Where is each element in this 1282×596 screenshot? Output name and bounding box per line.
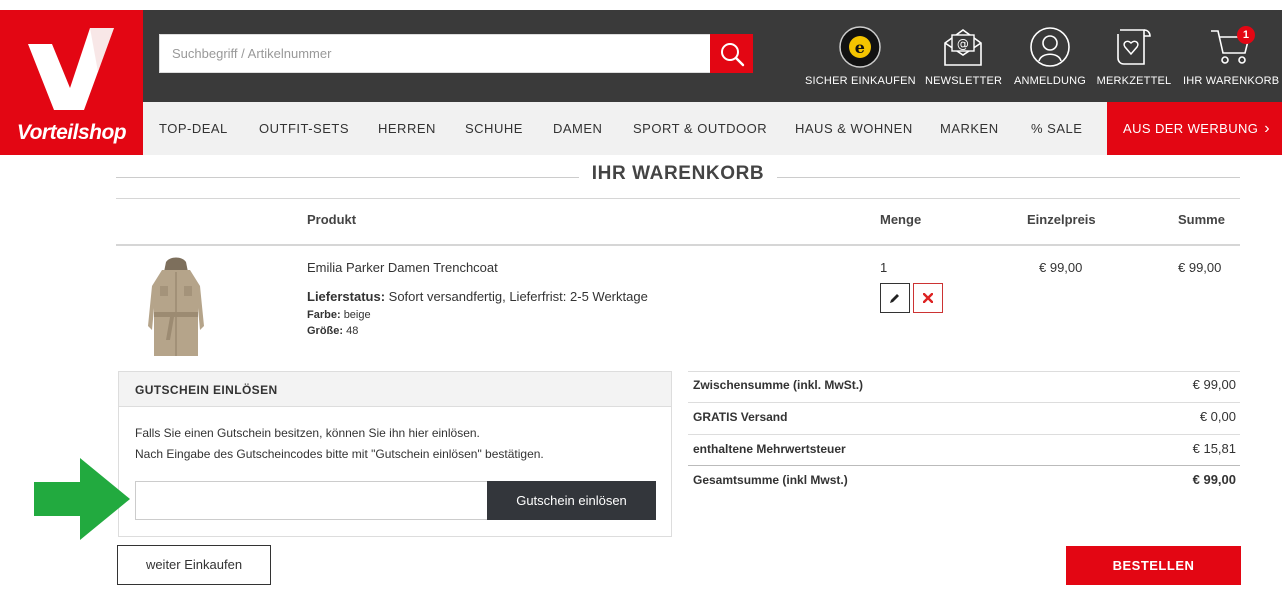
user-icon	[1030, 27, 1070, 67]
shipping-label: GRATIS Versand	[693, 410, 788, 424]
nav-item-top-deal[interactable]: TOP-DEAL	[159, 102, 228, 155]
search-box	[159, 34, 711, 73]
voucher-code-field	[135, 481, 488, 520]
shipping-value: € 0,00	[1199, 409, 1236, 424]
totals-divider	[688, 465, 1240, 466]
totals-divider	[688, 371, 1240, 372]
column-header-unit-price: Einzelpreis	[1027, 212, 1096, 227]
wishlist-label: MERKZETTEL	[1096, 75, 1172, 87]
delivery-status-label: Lieferstatus:	[307, 289, 386, 304]
newsletter-icon: @	[944, 29, 982, 66]
nav-item-outfit-sets[interactable]: OUTFIT-SETS	[259, 102, 349, 155]
cart-label: IHR WARENKORB	[1183, 75, 1280, 87]
vorteilshop-logo[interactable]: Vorteilshop	[0, 10, 143, 155]
subtotal-label: Zwischensumme (inkl. MwSt.)	[693, 378, 864, 392]
remove-item-button[interactable]	[913, 283, 943, 313]
vat-value: € 15,81	[1192, 441, 1236, 456]
cart-link[interactable]: 1 IHR WARENKORB	[1183, 24, 1280, 87]
voucher-heading: GUTSCHEIN EINLÖSEN	[119, 372, 671, 407]
login-link[interactable]: ANMELDUNG	[1012, 24, 1088, 87]
trenchcoat-image	[148, 257, 204, 356]
table-top-border	[116, 198, 1240, 199]
product-color: Farbe: beige	[307, 309, 371, 321]
page-title: IHR WARENKORB	[591, 163, 765, 184]
pencil-icon	[890, 294, 899, 303]
trusted-shops-link[interactable]: e SICHER EINKAUFEN	[805, 24, 916, 87]
column-header-product: Produkt	[307, 212, 357, 227]
voucher-panel: GUTSCHEIN EINLÖSEN Falls Sie einen Gutsc…	[118, 371, 672, 537]
search-icon	[720, 42, 744, 66]
voucher-info-line-1: Falls Sie einen Gutschein besitzen, könn…	[135, 426, 480, 440]
product-color-value: beige	[343, 309, 371, 321]
chevron-right-icon: ›	[1264, 120, 1270, 137]
title-divider-left	[116, 177, 579, 178]
login-label: ANMELDUNG	[1013, 75, 1087, 87]
main-nav: TOP-DEAL OUTFIT-SETS HERREN SCHUHE DAMEN…	[143, 102, 1282, 155]
table-header-border	[116, 244, 1240, 246]
product-unit-price: € 99,00	[1039, 260, 1083, 275]
wishlist-link[interactable]: MERKZETTEL	[1096, 24, 1172, 87]
search-button[interactable]	[710, 34, 753, 73]
product-size: Größe: 48	[307, 325, 358, 337]
column-header-sum: Summe	[1178, 212, 1225, 227]
product-image[interactable]	[140, 256, 212, 360]
product-quantity: 1	[880, 260, 888, 275]
nav-item-schuhe[interactable]: SCHUHE	[465, 102, 523, 155]
continue-shopping-button[interactable]: weiter Einkaufen	[117, 545, 271, 585]
vat-label: enthaltene Mehrwertsteuer	[693, 442, 846, 456]
cart-count-badge: 1	[1237, 26, 1255, 44]
nav-item-ad[interactable]: AUS DER WERBUNG ›	[1107, 102, 1282, 155]
search-input[interactable]	[160, 35, 710, 72]
nav-item-sale[interactable]: % SALE	[1031, 102, 1082, 155]
product-color-label: Farbe:	[307, 309, 341, 321]
totals-divider	[688, 402, 1240, 403]
newsletter-label: NEWSLETTER	[925, 75, 1003, 87]
voucher-code-input[interactable]	[136, 482, 487, 519]
voucher-info-line-2: Nach Eingabe des Gutscheincodes bitte mi…	[135, 447, 544, 461]
order-button[interactable]: BESTELLEN	[1066, 546, 1241, 585]
product-size-value: 48	[346, 325, 359, 337]
grand-total-value: € 99,00	[1192, 472, 1236, 487]
svg-text:@: @	[957, 37, 969, 51]
delivery-status: Lieferstatus: Sofort versandfertig, Lief…	[307, 289, 648, 304]
nav-item-damen[interactable]: DAMEN	[553, 102, 602, 155]
green-arrow-icon	[34, 458, 130, 540]
delivery-status-value: Sofort versandfertig, Lieferfrist: 2-5 W…	[388, 289, 648, 304]
trusted-shops-icon: e	[839, 26, 881, 68]
edit-item-button[interactable]	[880, 283, 910, 313]
totals-divider	[688, 434, 1240, 435]
product-sum: € 99,00	[1178, 260, 1222, 275]
redeem-voucher-button[interactable]: Gutschein einlösen	[487, 481, 656, 520]
subtotal-value: € 99,00	[1192, 377, 1236, 392]
nav-item-haus-wohnen[interactable]: HAUS & WOHNEN	[795, 102, 913, 155]
logo-check-icon	[28, 28, 114, 110]
product-size-label: Größe:	[307, 325, 344, 337]
wishlist-icon	[1117, 29, 1151, 65]
grand-total-label: Gesamtsumme (inkl Mwst.)	[693, 473, 848, 487]
product-name[interactable]: Emilia Parker Damen Trenchcoat	[307, 260, 498, 275]
title-divider-right	[777, 177, 1240, 178]
newsletter-link[interactable]: @ NEWSLETTER	[925, 24, 1003, 87]
svg-text:e: e	[855, 38, 865, 57]
header-bar: e SICHER EINKAUFEN @ NEWSLETTER ANMELDUN…	[143, 10, 1282, 102]
logo-text: Vorteilshop	[16, 121, 127, 144]
nav-item-marken[interactable]: MARKEN	[940, 102, 999, 155]
nav-item-sport-outdoor[interactable]: SPORT & OUTDOOR	[633, 102, 767, 155]
nav-item-herren[interactable]: HERREN	[378, 102, 436, 155]
nav-ad-label: AUS DER WERBUNG	[1123, 121, 1259, 136]
column-header-quantity: Menge	[880, 212, 922, 227]
trusted-shops-label: SICHER EINKAUFEN	[805, 75, 916, 87]
close-icon	[923, 293, 933, 303]
